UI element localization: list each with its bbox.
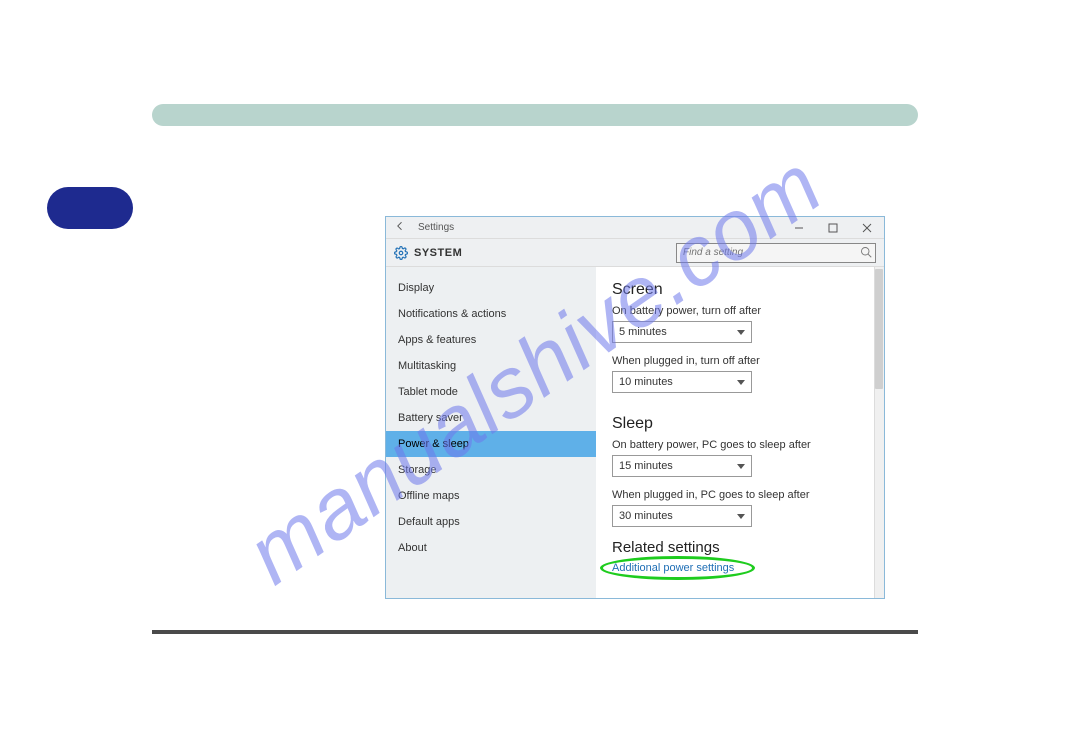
screen-heading: Screen: [612, 281, 868, 299]
vertical-scrollbar[interactable]: [874, 267, 884, 598]
content-pane: Screen On battery power, turn off after …: [596, 267, 884, 598]
scrollbar-thumb[interactable]: [875, 269, 883, 389]
close-button[interactable]: [850, 217, 884, 239]
maximize-button[interactable]: [816, 217, 850, 239]
sidebar-item-notifications[interactable]: Notifications & actions: [386, 301, 596, 327]
sleep-battery-label: On battery power, PC goes to sleep after: [612, 439, 868, 451]
sidebar: Display Notifications & actions Apps & f…: [386, 267, 596, 598]
sidebar-item-default-apps[interactable]: Default apps: [386, 509, 596, 535]
search-input[interactable]: [676, 243, 876, 263]
gear-icon: [394, 246, 408, 260]
sidebar-item-battery-saver[interactable]: Battery saver: [386, 405, 596, 431]
minimize-button[interactable]: [782, 217, 816, 239]
screen-battery-label: On battery power, turn off after: [612, 305, 868, 317]
related-heading: Related settings: [612, 539, 868, 556]
sidebar-item-tablet-mode[interactable]: Tablet mode: [386, 379, 596, 405]
sidebar-item-storage[interactable]: Storage: [386, 457, 596, 483]
sidebar-item-display[interactable]: Display: [386, 275, 596, 301]
window-title: Settings: [414, 222, 782, 233]
sidebar-item-offline-maps[interactable]: Offline maps: [386, 483, 596, 509]
title-bar: Settings: [386, 217, 884, 239]
sleep-plugged-select[interactable]: 30 minutes: [612, 505, 752, 527]
sidebar-item-power-sleep[interactable]: Power & sleep: [386, 431, 596, 457]
decorative-pill: [47, 187, 133, 229]
screen-battery-select[interactable]: 5 minutes: [612, 321, 752, 343]
screen-plugged-select[interactable]: 10 minutes: [612, 371, 752, 393]
sidebar-item-apps[interactable]: Apps & features: [386, 327, 596, 353]
additional-power-settings-link[interactable]: Additional power settings: [612, 562, 734, 574]
screen-plugged-label: When plugged in, turn off after: [612, 355, 868, 367]
decorative-footer-line: [152, 630, 918, 634]
sidebar-item-multitasking[interactable]: Multitasking: [386, 353, 596, 379]
back-button[interactable]: [386, 220, 414, 235]
system-label: SYSTEM: [414, 247, 462, 259]
sleep-heading: Sleep: [612, 415, 868, 433]
sleep-battery-select[interactable]: 15 minutes: [612, 455, 752, 477]
header-row: SYSTEM: [386, 239, 884, 267]
search-icon: [860, 246, 872, 258]
decorative-top-bar: [152, 104, 918, 126]
settings-window: Settings SYSTEM Display Notifications & …: [385, 216, 885, 599]
sidebar-item-about[interactable]: About: [386, 535, 596, 561]
sleep-plugged-label: When plugged in, PC goes to sleep after: [612, 489, 868, 501]
